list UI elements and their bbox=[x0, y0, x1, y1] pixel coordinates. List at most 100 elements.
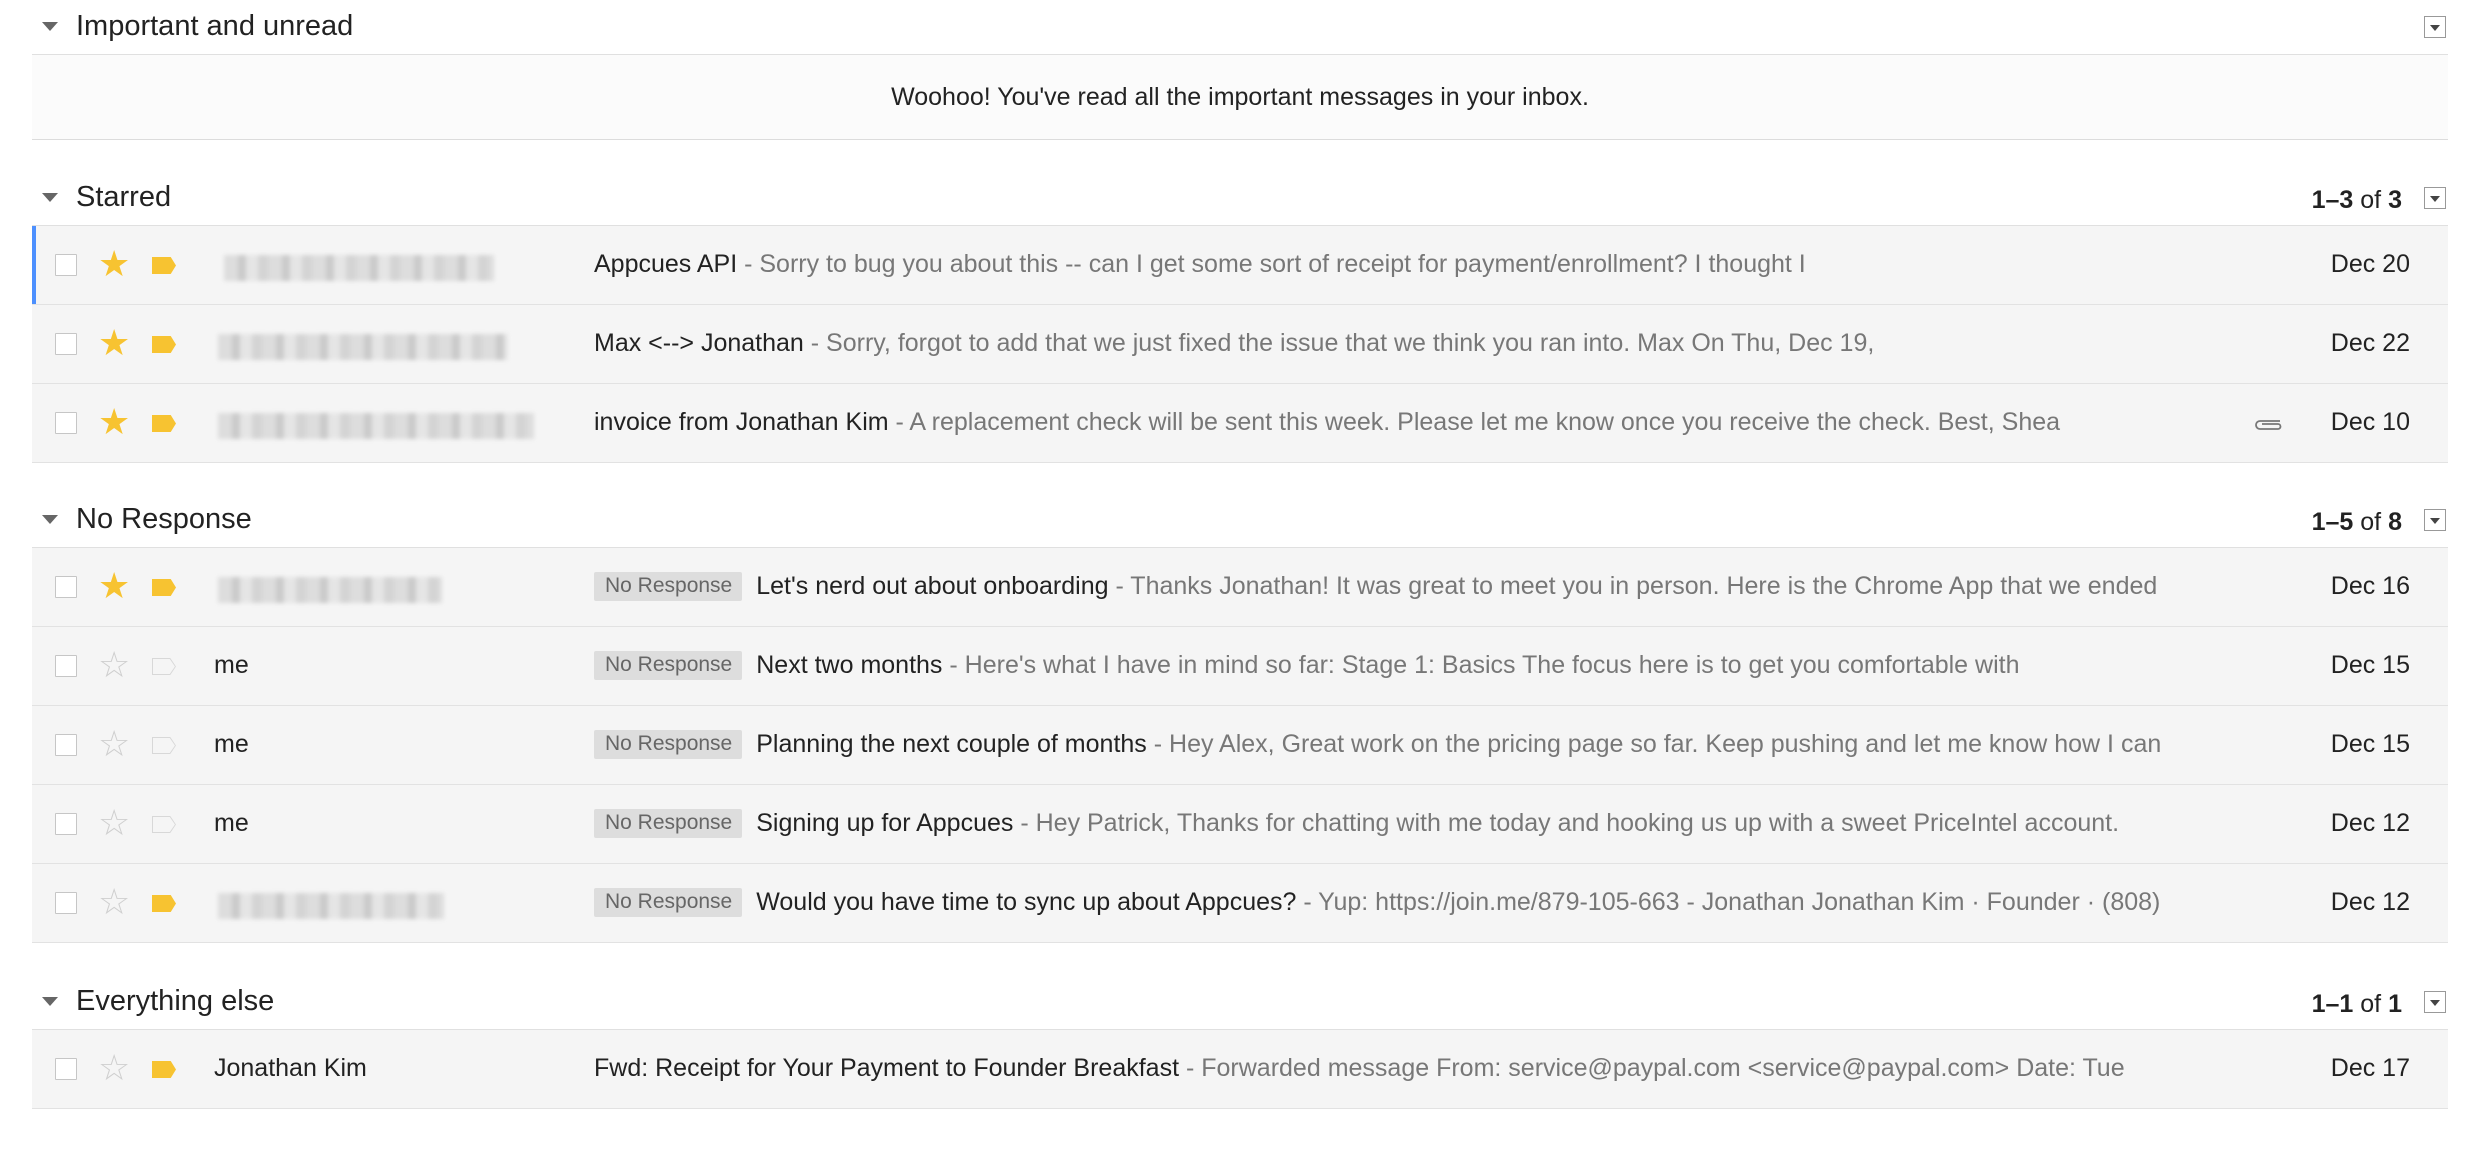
section-count: 1–5 of 8 bbox=[2311, 508, 2402, 536]
label-chip[interactable]: No Response bbox=[594, 651, 743, 680]
date: Dec 15 bbox=[2330, 651, 2410, 679]
message-content[interactable]: No Response Signing up for Appcues - Hey … bbox=[594, 809, 2234, 838]
sender-redacted bbox=[224, 255, 494, 281]
important-marker-icon[interactable] bbox=[152, 415, 176, 432]
row-checkbox[interactable] bbox=[55, 813, 77, 835]
message-content[interactable]: No Response Next two months - Here's what… bbox=[594, 651, 2234, 680]
sender-redacted bbox=[218, 334, 508, 360]
date: Dec 17 bbox=[2330, 1054, 2410, 1082]
message-content[interactable]: No Response Planning the next couple of m… bbox=[594, 730, 2234, 759]
snippet: - Hey Alex, Great work on the pricing pa… bbox=[1146, 730, 2162, 758]
table-row[interactable]: ☆ me No Response Planning the next couple… bbox=[32, 706, 2448, 785]
subject: Let's nerd out about onboarding bbox=[756, 572, 1109, 600]
snippet: - Thanks Jonathan! It was great to meet … bbox=[1108, 572, 2158, 600]
sender-redacted bbox=[218, 577, 442, 603]
subject: Next two months bbox=[756, 651, 943, 679]
section-count: 1–1 of 1 bbox=[2311, 990, 2402, 1018]
subject: Max <--> Jonathan bbox=[594, 329, 804, 357]
table-row[interactable]: ☆ Jonathan Kim Fwd: Receipt for Your Pay… bbox=[32, 1030, 2448, 1109]
star-icon[interactable]: ☆ bbox=[98, 803, 130, 843]
important-marker-icon[interactable] bbox=[152, 658, 176, 675]
star-icon[interactable]: ★ bbox=[98, 323, 130, 363]
message-content[interactable]: Max <--> Jonathan - Sorry, forgot to add… bbox=[594, 329, 2234, 358]
section-title: Important and unread bbox=[76, 10, 354, 42]
star-icon[interactable]: ☆ bbox=[98, 724, 130, 764]
star-icon[interactable]: ☆ bbox=[98, 645, 130, 685]
table-row[interactable]: ☆ me No Response Next two months - Here's… bbox=[32, 627, 2448, 706]
date: Dec 22 bbox=[2330, 329, 2410, 357]
snippet: - A replacement check will be sent this … bbox=[888, 408, 2061, 436]
section-no-response-header: No Response 1–5 of 8 bbox=[32, 493, 2448, 547]
snippet: - Here's what I have in mind so far: Sta… bbox=[942, 651, 2020, 679]
section-important-header: Important and unread bbox=[32, 0, 2448, 54]
attachment-paperclip-icon bbox=[2255, 420, 2282, 430]
important-marker-icon[interactable] bbox=[152, 257, 176, 274]
message-content[interactable]: Appcues API - Sorry to bug you about thi… bbox=[594, 250, 2234, 279]
sender: me bbox=[214, 651, 249, 679]
collapse-triangle-icon[interactable] bbox=[42, 22, 58, 31]
snippet: - Sorry to bug you about this -- can I g… bbox=[737, 250, 1806, 278]
collapse-triangle-icon[interactable] bbox=[42, 997, 58, 1006]
everything-else-list: ☆ Jonathan Kim Fwd: Receipt for Your Pay… bbox=[32, 1029, 2448, 1109]
row-checkbox[interactable] bbox=[55, 576, 77, 598]
section-menu-icon[interactable] bbox=[2424, 509, 2446, 531]
section-everything-else-header: Everything else 1–1 of 1 bbox=[32, 975, 2448, 1029]
section-title: Starred bbox=[76, 181, 172, 213]
section-menu-icon[interactable] bbox=[2424, 187, 2446, 209]
star-icon[interactable]: ★ bbox=[98, 402, 130, 442]
collapse-triangle-icon[interactable] bbox=[42, 193, 58, 202]
message-content[interactable]: No Response Let's nerd out about onboardi… bbox=[594, 572, 2234, 601]
date: Dec 12 bbox=[2330, 888, 2410, 916]
subject: Fwd: Receipt for Your Payment to Founder… bbox=[594, 1054, 1180, 1082]
important-marker-icon[interactable] bbox=[152, 816, 176, 833]
section-menu-icon[interactable] bbox=[2424, 16, 2446, 38]
table-row[interactable]: ★ invoice from Jonathan Kim - A replacem… bbox=[32, 384, 2448, 463]
table-row[interactable]: ★ Appcues API - Sorry to bug you about t… bbox=[32, 226, 2448, 305]
no-response-list: ★ No Response Let's nerd out about onboar… bbox=[32, 547, 2448, 943]
star-icon[interactable]: ☆ bbox=[98, 1048, 130, 1088]
message-content[interactable]: No Response Would you have time to sync u… bbox=[594, 888, 2234, 917]
label-chip[interactable]: No Response bbox=[594, 888, 743, 917]
message-content[interactable]: invoice from Jonathan Kim - A replacemen… bbox=[594, 408, 2178, 437]
important-marker-icon[interactable] bbox=[152, 579, 176, 596]
sender: me bbox=[214, 809, 249, 837]
star-icon[interactable]: ★ bbox=[98, 244, 130, 284]
sender: Jonathan Kim bbox=[214, 1054, 367, 1082]
section-title: No Response bbox=[76, 503, 252, 535]
table-row[interactable]: ★ Max <--> Jonathan - Sorry, forgot to a… bbox=[32, 305, 2448, 384]
important-marker-icon[interactable] bbox=[152, 895, 176, 912]
sender: me bbox=[214, 730, 249, 758]
subject: Would you have time to sync up about App… bbox=[756, 888, 1297, 916]
important-marker-icon[interactable] bbox=[152, 1061, 176, 1078]
date: Dec 15 bbox=[2330, 730, 2410, 758]
subject: Appcues API bbox=[594, 250, 738, 278]
date: Dec 10 bbox=[2330, 408, 2410, 436]
label-chip[interactable]: No Response bbox=[594, 730, 743, 759]
row-checkbox[interactable] bbox=[55, 254, 77, 276]
subject: Signing up for Appcues bbox=[756, 809, 1014, 837]
important-marker-icon[interactable] bbox=[152, 336, 176, 353]
table-row[interactable]: ☆ me No Response Signing up for Appcues -… bbox=[32, 785, 2448, 864]
collapse-triangle-icon[interactable] bbox=[42, 515, 58, 524]
table-row[interactable]: ☆ No Response Would you have time to sync… bbox=[32, 864, 2448, 943]
date: Dec 16 bbox=[2330, 572, 2410, 600]
important-marker-icon[interactable] bbox=[152, 737, 176, 754]
star-icon[interactable]: ★ bbox=[98, 566, 130, 606]
sender-redacted bbox=[218, 893, 444, 919]
row-checkbox[interactable] bbox=[55, 412, 77, 434]
row-checkbox[interactable] bbox=[55, 734, 77, 756]
label-chip[interactable]: No Response bbox=[594, 572, 743, 601]
label-chip[interactable]: No Response bbox=[594, 809, 743, 838]
section-menu-icon[interactable] bbox=[2424, 991, 2446, 1013]
row-checkbox[interactable] bbox=[55, 655, 77, 677]
snippet: - Sorry, forgot to add that we just fixe… bbox=[803, 329, 1875, 357]
sender-redacted bbox=[218, 413, 534, 439]
row-checkbox[interactable] bbox=[55, 892, 77, 914]
star-icon[interactable]: ☆ bbox=[98, 882, 130, 922]
row-checkbox[interactable] bbox=[55, 333, 77, 355]
section-count: 1–3 of 3 bbox=[2311, 186, 2402, 214]
snippet: - Yup: https://join.me/879-105-663 - Jon… bbox=[1296, 888, 2161, 916]
row-checkbox[interactable] bbox=[55, 1058, 77, 1080]
table-row[interactable]: ★ No Response Let's nerd out about onboar… bbox=[32, 548, 2448, 627]
message-content[interactable]: Fwd: Receipt for Your Payment to Founder… bbox=[594, 1054, 2234, 1083]
